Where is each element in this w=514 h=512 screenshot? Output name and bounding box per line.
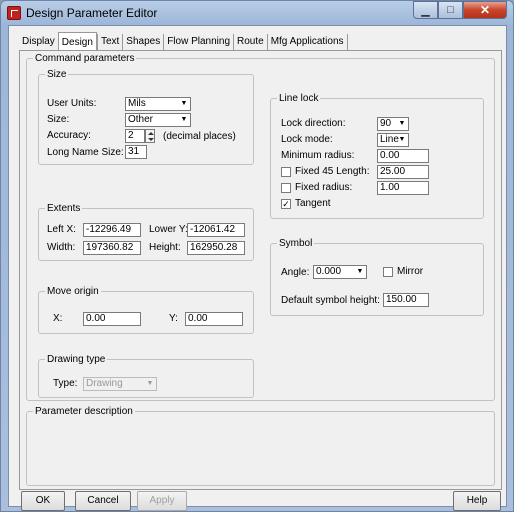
fixed-45-length-label: Fixed 45 Length: <box>295 166 370 177</box>
size-group: Size User Units: Mils ▼ Size: Other ▼ Accu… <box>38 69 254 165</box>
origin-y-label: Y: <box>169 313 178 324</box>
fixed-45-length-input[interactable]: 25.00 <box>377 165 429 179</box>
accuracy-label: Accuracy: <box>47 130 91 141</box>
angle-label: Angle: <box>281 267 310 278</box>
close-icon[interactable]: ✕ <box>463 1 507 19</box>
minimize-icon[interactable]: ▁ <box>413 1 438 19</box>
mirror-label: Mirror <box>397 266 424 277</box>
tangent-label: Tangent <box>295 198 331 209</box>
move-origin-legend: Move origin <box>47 286 99 297</box>
fixed-radius-input[interactable]: 1.00 <box>377 181 429 195</box>
line-lock-legend: Line lock <box>279 93 319 104</box>
parameter-description-legend: Parameter description <box>35 406 133 417</box>
fixed-45-length-checkbox[interactable] <box>281 167 291 177</box>
fixed-radius-label: Fixed radius: <box>295 182 353 193</box>
line-lock-group: Line lock Lock direction: 90 ▼ Lock mode:… <box>270 93 484 219</box>
tab-route[interactable]: Route <box>233 34 267 50</box>
lower-y-input[interactable]: -12061.42 <box>187 223 245 237</box>
tangent-checkbox[interactable]: ✓ <box>281 199 291 209</box>
user-units-label: User Units: <box>47 98 97 109</box>
width-label: Width: <box>47 242 76 253</box>
drawing-type-legend: Drawing type <box>47 354 106 365</box>
chevron-down-icon: ▼ <box>146 380 154 387</box>
dialog-window: Design Parameter Editor ▁ □ ✕ Display De… <box>0 0 514 512</box>
move-origin-group: Move origin X: 0.00 Y: 0.00 <box>38 286 254 334</box>
tab-text[interactable]: Text <box>96 34 122 50</box>
tab-strip: Display Design Text Shapes Flow Planning… <box>19 32 348 50</box>
fixed-radius-checkbox[interactable] <box>281 183 291 193</box>
app-icon <box>7 6 21 20</box>
tab-shapes[interactable]: Shapes <box>122 34 163 50</box>
title-bar[interactable]: Design Parameter Editor ▁ □ ✕ <box>1 1 513 25</box>
minimum-radius-input[interactable]: 0.00 <box>377 149 429 163</box>
tab-design[interactable]: Design <box>57 32 97 50</box>
lower-y-label: Lower Y: <box>149 224 188 235</box>
drawing-type-group: Drawing type Type: Drawing ▼ <box>38 354 254 398</box>
origin-y-input[interactable]: 0.00 <box>185 312 243 326</box>
chevron-down-icon: ▼ <box>398 136 406 143</box>
size-select[interactable]: Other ▼ <box>125 113 191 127</box>
symbol-legend: Symbol <box>279 238 313 249</box>
accuracy-unit-label: (decimal places) <box>163 131 236 142</box>
user-units-select[interactable]: Mils ▼ <box>125 97 191 111</box>
default-symbol-height-label: Default symbol height: <box>281 295 380 306</box>
apply-button[interactable]: Apply <box>137 491 187 511</box>
command-parameters-legend: Command parameters <box>35 53 135 64</box>
ok-button[interactable]: OK <box>21 491 65 511</box>
maximize-icon[interactable]: □ <box>438 1 463 19</box>
height-label: Height: <box>149 242 181 253</box>
lock-mode-select[interactable]: Line ▼ <box>377 133 409 147</box>
symbol-group: Symbol Angle: 0.000 ▼ Mirror Default symb… <box>270 238 484 316</box>
height-input[interactable]: 162950.28 <box>187 241 245 255</box>
size-label: Size: <box>47 114 70 125</box>
lock-direction-select[interactable]: 90 ▼ <box>377 117 409 131</box>
chevron-down-icon: ▼ <box>356 268 364 275</box>
help-button[interactable]: Help <box>453 491 501 511</box>
tab-display[interactable]: Display <box>19 34 58 50</box>
left-x-label: Left X: <box>47 224 76 235</box>
default-symbol-height-input[interactable]: 150.00 <box>383 293 429 307</box>
drawing-type-select[interactable]: Drawing ▼ <box>83 377 157 391</box>
tab-flow-planning[interactable]: Flow Planning <box>163 34 233 50</box>
chevron-down-icon: ▼ <box>180 116 188 123</box>
mirror-checkbox[interactable] <box>383 267 393 277</box>
chevron-down-icon: ▼ <box>180 100 188 107</box>
width-input[interactable]: 197360.82 <box>83 241 141 255</box>
design-tab-panel: Command parameters Size User Units: Mils… <box>19 50 502 490</box>
long-name-size-label: Long Name Size: <box>47 147 124 158</box>
lock-direction-label: Lock direction: <box>281 118 346 129</box>
parameter-description-group: Parameter description <box>26 406 495 486</box>
cancel-button[interactable]: Cancel <box>75 491 131 511</box>
lock-mode-label: Lock mode: <box>281 134 333 145</box>
minimum-radius-label: Minimum radius: <box>281 150 355 161</box>
left-x-input[interactable]: -12296.49 <box>83 223 141 237</box>
angle-select[interactable]: 0.000 ▼ <box>313 265 367 279</box>
tab-mfg-applications[interactable]: Mfg Applications <box>266 34 348 50</box>
dialog-client: Display Design Text Shapes Flow Planning… <box>8 25 507 511</box>
window-title: Design Parameter Editor <box>26 6 158 20</box>
chevron-down-icon: ▼ <box>398 120 406 127</box>
origin-x-label: X: <box>53 313 63 324</box>
long-name-size-input[interactable]: 31 <box>125 145 147 159</box>
extents-group: Extents Left X: -12296.49 Lower Y: -1206… <box>38 203 254 261</box>
extents-legend: Extents <box>47 203 81 214</box>
accuracy-spinner[interactable] <box>145 129 155 143</box>
size-legend: Size <box>47 69 67 80</box>
type-label: Type: <box>53 378 78 389</box>
origin-x-input[interactable]: 0.00 <box>83 312 141 326</box>
accuracy-input[interactable]: 2 <box>125 129 145 143</box>
